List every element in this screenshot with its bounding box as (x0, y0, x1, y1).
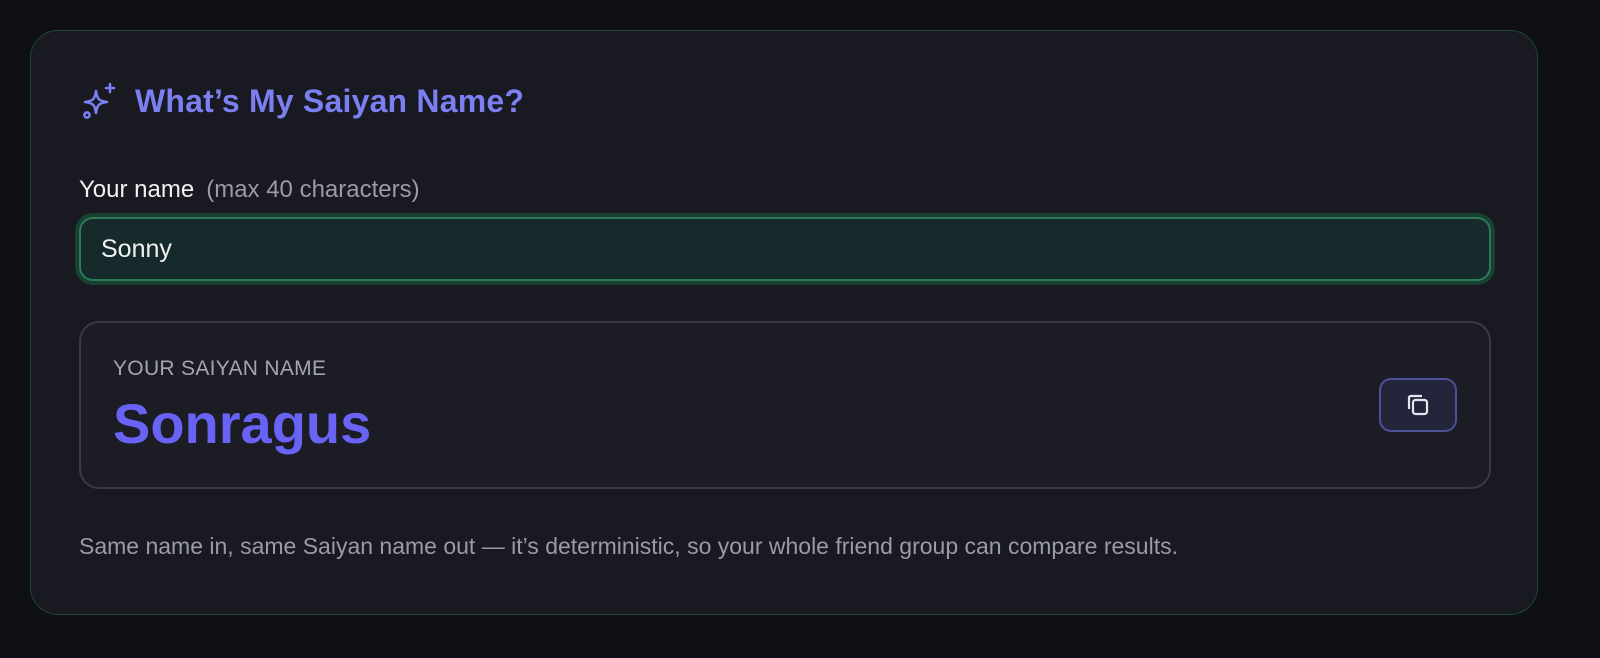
name-input[interactable] (79, 217, 1491, 281)
page-title: What’s My Saiyan Name? (135, 82, 525, 119)
card-header: What’s My Saiyan Name? (79, 81, 524, 121)
sparkles-icon (83, 82, 116, 119)
result-label: YOUR SAIYAN NAME (113, 357, 327, 380)
copy-icon (1407, 394, 1429, 416)
saiyan-name-card: What’s My Saiyan Name? Your name (max 40 … (30, 30, 1538, 615)
result-panel: YOUR SAIYAN NAME Sonragus (79, 321, 1491, 489)
name-hint: (max 40 characters) (206, 176, 420, 203)
name-label: Your name (79, 176, 195, 203)
copy-button[interactable] (1379, 378, 1457, 432)
name-field-label: Your name (max 40 characters) (79, 175, 420, 205)
footnote: Same name in, same Saiyan name out — it’… (79, 533, 1178, 559)
saiyan-name-result: Sonragus (113, 392, 372, 455)
